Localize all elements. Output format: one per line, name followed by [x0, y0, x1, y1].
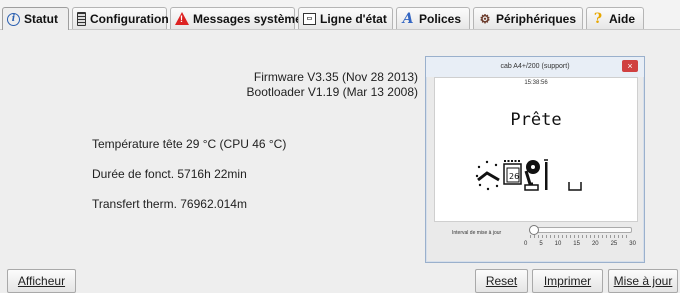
update-interval-label: Interval de mise à jour — [452, 230, 502, 236]
tab-label: Messages systèmes — [193, 11, 309, 26]
status-line-icon: ▭ — [303, 12, 316, 25]
tab-configuration[interactable]: Configuration — [72, 7, 169, 29]
warning-icon — [175, 12, 189, 25]
slider-thumb[interactable] — [529, 225, 539, 235]
slider-tick-label: 25 — [610, 241, 618, 247]
slider-tick-label: 20 — [591, 241, 599, 247]
printer-icons: 26 — [475, 159, 582, 191]
close-icon[interactable]: × — [622, 60, 638, 72]
slider-tick-label: 0 — [524, 241, 528, 247]
bootloader-version: Bootloader V1.19 (Mar 13 2008) — [246, 85, 418, 99]
tab-label: Aide — [609, 11, 636, 26]
calendar-day: 26 — [509, 172, 519, 181]
slider-tick-label: 5 — [539, 241, 543, 247]
config-icon — [77, 11, 86, 26]
tab-statut[interactable]: i Statut — [2, 7, 69, 30]
tab-bar-divider — [0, 29, 680, 30]
tab-label: Ligne d'état — [320, 11, 387, 26]
help-icon: ? — [593, 10, 603, 27]
printer-time: 15:38:56 — [524, 80, 548, 86]
label-roll-icon — [524, 160, 540, 191]
tab-label: Polices — [419, 11, 462, 26]
peripherals-icon: ⚙ — [479, 11, 491, 26]
tab-messages[interactable]: Messages systèmes — [170, 7, 308, 29]
printer-display-preview: cab A4+/200 (support) × 15:38:56 Prête 2… — [425, 56, 645, 263]
info-icon: i — [7, 12, 20, 26]
update-button[interactable]: Mise à jour — [608, 269, 678, 293]
update-interval-slider[interactable] — [529, 225, 632, 235]
runtime: Durée de fonct. 5716h 22min — [92, 167, 247, 181]
slot-icon — [568, 182, 582, 191]
firmware-version: Firmware V3.35 (Nov 28 2013) — [253, 70, 418, 84]
tab-bar: i Statut Configuration Messages systèmes… — [0, 0, 680, 30]
tab-fonts[interactable]: A Polices — [396, 7, 470, 29]
tab-peripherals[interactable]: ⚙ Périphériques — [473, 7, 583, 29]
slider-tick-label: 10 — [554, 241, 562, 247]
printer-screen: 15:38:56 Prête 26 — [434, 77, 638, 222]
tab-status-line[interactable]: ▭ Ligne d'état — [298, 7, 393, 29]
printer-status: Prête — [510, 110, 562, 130]
tab-label: Périphériques — [496, 11, 577, 26]
print-button[interactable]: Imprimer — [532, 269, 603, 293]
slider-tick-label: 30 — [629, 241, 636, 247]
calendar-icon: 26 — [503, 160, 522, 185]
preview-title: cab A4+/200 (support) — [426, 57, 644, 77]
slider-tick-label: 15 — [573, 241, 580, 247]
tab-help[interactable]: ? Aide — [586, 7, 644, 29]
head-temperature: Température tête 29 °C (CPU 46 °C) — [92, 137, 287, 151]
tab-label: Statut — [24, 12, 58, 26]
slider-ticks — [530, 235, 630, 238]
tab-label: Configuration — [90, 11, 169, 26]
thermal-transfer: Transfert therm. 76962.014m — [92, 197, 247, 211]
clock-icon — [475, 160, 500, 191]
font-icon: A — [402, 10, 414, 27]
slider-tick-labels: 0 5 10 15 20 25 30 — [524, 241, 636, 247]
ribbon-icon — [544, 159, 548, 190]
reset-button[interactable]: Reset — [475, 269, 528, 293]
display-button[interactable]: Afficheur — [7, 269, 76, 293]
